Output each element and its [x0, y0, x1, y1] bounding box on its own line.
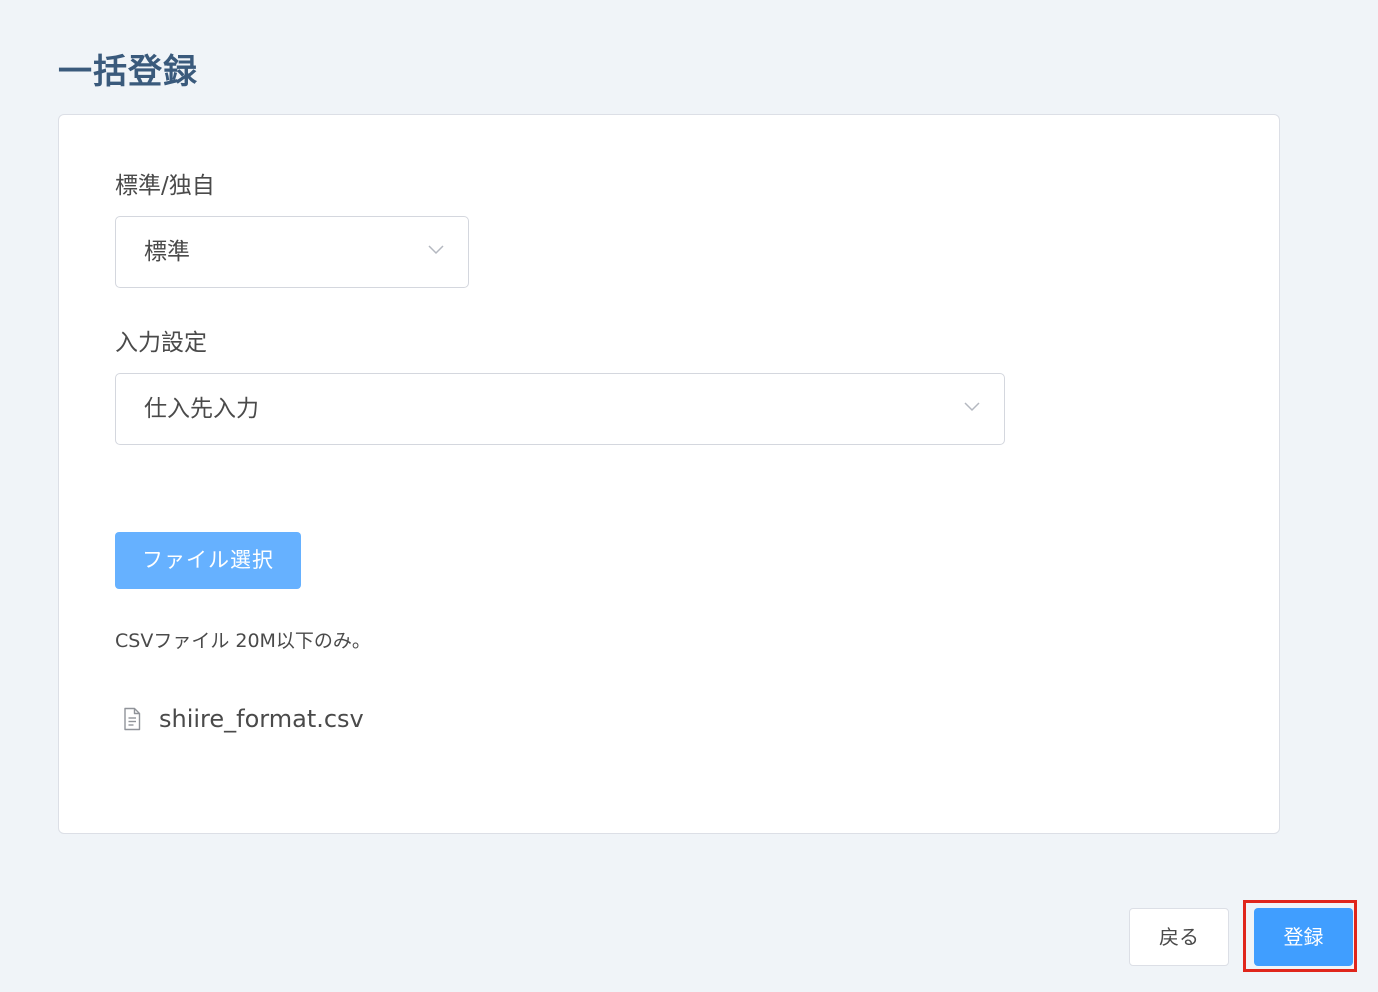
submit-button[interactable]: 登録 — [1254, 908, 1353, 966]
back-button[interactable]: 戻る — [1129, 908, 1229, 966]
form-card: 標準/独自 標準 入力設定 仕入先入力 ファイル選択 CSVファイル 20M以下… — [58, 114, 1280, 834]
file-list-item[interactable]: shiire_format.csv — [121, 701, 364, 737]
type-field-label: 標準/独自 — [115, 173, 215, 199]
type-select[interactable]: 標準 — [115, 216, 469, 288]
input-setting-field-label: 入力設定 — [115, 330, 207, 356]
chevron-down-icon — [428, 245, 444, 255]
file-select-button[interactable]: ファイル選択 — [115, 532, 301, 589]
chevron-down-icon — [964, 402, 980, 412]
document-icon — [124, 707, 141, 731]
file-name: shiire_format.csv — [159, 705, 364, 733]
page-title: 一括登録 — [58, 52, 198, 92]
input-setting-select-value: 仕入先入力 — [144, 396, 259, 422]
type-select-value: 標準 — [144, 239, 190, 265]
file-help-text: CSVファイル 20M以下のみ。 — [115, 630, 371, 652]
input-setting-select[interactable]: 仕入先入力 — [115, 373, 1005, 445]
